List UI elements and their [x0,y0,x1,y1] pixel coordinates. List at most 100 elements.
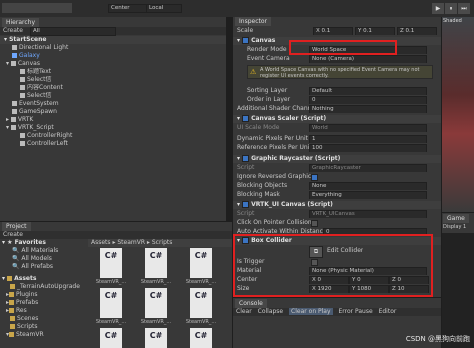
raycaster-script-row: Script GraphicRaycaster [237,164,437,172]
gameobject-icon [10,61,16,66]
script-file-icon[interactable]: C# [100,248,122,278]
hierarchy-panel: Hierarchy Create All ▾ StartScene Direct… [0,17,226,221]
warning-text: A World Space Canvas with no specified E… [260,67,420,79]
reference-pixels-field[interactable]: 100 [309,144,427,152]
script-file-icon[interactable]: C# [100,288,122,318]
favorite-item[interactable]: 🔍 All Materials [0,247,86,255]
shaded-dropdown[interactable]: Shaded [443,18,462,24]
script-file-icon[interactable]: C# [190,288,212,318]
console-clear-on-play-button[interactable]: Clear on Play [289,308,333,315]
hierarchy-item[interactable]: ▾ Canvas [0,60,226,68]
script-file-icon[interactable]: C# [190,328,212,348]
raycaster-checkbox[interactable] [242,155,250,162]
hierarchy-item[interactable]: GameSpawn [0,108,226,116]
hierarchy-item[interactable]: Select信 [0,92,226,100]
scale-z-field[interactable]: Z 0.1 [397,27,437,35]
hierarchy-item[interactable]: Galaxy [0,52,226,60]
asset-folder[interactable]: ▸ Plugins [0,291,86,299]
asset-folder[interactable]: ▸ Res [0,307,86,315]
vrtk-ui-canvas-header[interactable]: ▾ VRTK_UI Canvas (Script) [233,201,441,209]
ignore-reversed-checkbox[interactable] [311,174,318,181]
tab-inspector[interactable]: Inspector [235,17,271,26]
tab-project[interactable]: Project [2,222,31,231]
create-dropdown[interactable]: Create [3,27,23,35]
event-camera-row: Event Camera None (Camera) [247,55,437,63]
vrtk-ui-canvas-checkbox[interactable] [242,201,250,208]
breadcrumb: Assets ▸ SteamVR ▸ Scripts [88,239,232,247]
hierarchy-item[interactable]: ControllerRight [0,132,226,140]
pause-button[interactable]: ⏸ [445,3,457,14]
scene-view[interactable]: Shaded [442,17,474,212]
warning-box: ⚠ A World Space Canvas with no specified… [247,65,433,79]
hierarchy-item[interactable]: ▸ VRTK [0,116,226,124]
shader-channels-dropdown[interactable]: Nothing [309,105,427,113]
step-button[interactable]: ⏭ [458,3,470,14]
assets-header[interactable]: ▾ Assets [0,275,86,283]
asset-folder[interactable]: ▾ SteamVR [0,331,86,339]
breadcrumb-item[interactable]: SteamVR [117,239,145,246]
project-tree: ▾ ★ Favorites 🔍 All Materials 🔍 All Mode… [0,239,86,348]
blocking-objects-dropdown[interactable]: None [309,182,427,190]
hierarchy-item[interactable]: Directional Light [0,44,226,52]
pivot-local-toggle[interactable]: Local [146,4,182,13]
pivot-center-toggle[interactable]: Center [108,4,148,13]
hierarchy-item[interactable]: 标题Text [0,68,226,76]
hierarchy-item[interactable]: Select信 [0,76,226,84]
hierarchy-item[interactable]: 内容Content [0,84,226,92]
dynamic-pixels-field[interactable]: 1 [309,135,427,143]
canvas-scaler-header[interactable]: ▾ Canvas Scaler (Script) [233,115,441,123]
hierarchy-search[interactable]: All [30,27,116,36]
click-on-pointer-checkbox[interactable] [311,220,318,227]
breadcrumb-item[interactable]: Assets [91,239,111,246]
favorite-item[interactable]: 🔍 All Models [0,255,86,263]
script-file-icon[interactable]: C# [145,288,167,318]
script-file-icon[interactable]: C# [100,328,122,348]
play-button[interactable]: ▶ [432,3,444,14]
asset-folder[interactable]: _TerrainAutoUpgrade [0,283,86,291]
event-camera-field[interactable]: None (Camera) [309,55,427,63]
ignore-reversed-row: Ignore Reversed Graphics [237,173,437,181]
console-collapse-button[interactable]: Collapse [258,308,284,315]
scale-y-field[interactable]: Y 0.1 [355,27,395,35]
favorite-item[interactable]: 🔍 All Prefabs [0,263,86,271]
scene-name: StartScene [9,36,47,43]
canvas-enabled-checkbox[interactable] [242,37,250,44]
hierarchy-item[interactable]: ControllerLeft [0,140,226,148]
asset-folder[interactable]: Scenes [0,315,86,323]
asset-folder[interactable]: Scripts [0,323,86,331]
blocking-mask-dropdown[interactable]: Everything [309,191,427,199]
tab-console[interactable]: Console [235,299,267,308]
prefab-icon [12,53,17,58]
script-file-icon[interactable]: C# [145,248,167,278]
tab-game[interactable]: Game [443,214,469,223]
breadcrumb-item[interactable]: Scripts [152,239,173,246]
canvas-scaler-checkbox[interactable] [242,115,250,122]
order-in-layer-field[interactable]: 0 [309,96,427,104]
folder-icon [9,292,15,297]
favorites-header[interactable]: ▾ ★ Favorites [0,239,86,247]
scale-x-field[interactable]: X 0.1 [313,27,353,35]
console-editor-dropdown[interactable]: Editor [379,308,397,315]
hierarchy-item[interactable]: ▾ VRTK_Script [0,124,226,132]
vrtk-script-field: VRTK_UICanvas [309,210,427,218]
gameobject-icon [20,93,25,98]
script-file-icon[interactable]: C# [145,328,167,348]
hierarchy-item[interactable]: EventSystem [0,100,226,108]
gameobject-icon [20,85,25,90]
top-toolbar: Center Local ▶ ⏸ ⏭ [0,0,474,17]
folder-icon [10,284,15,289]
tab-hierarchy[interactable]: Hierarchy [2,18,40,27]
project-create-dropdown[interactable]: Create [3,231,23,239]
scene-header[interactable]: ▾ StartScene [0,36,226,44]
console-clear-button[interactable]: Clear [236,308,252,315]
gameobject-icon [20,77,25,82]
script-file-icon[interactable]: C# [190,248,212,278]
display-dropdown[interactable]: Display 1 [443,224,466,230]
sorting-layer-dropdown[interactable]: Default [309,87,427,95]
graphic-raycaster-header[interactable]: ▾ Graphic Raycaster (Script) [233,155,441,163]
game-view: Game Display 1 [442,213,474,348]
gameobject-icon [12,109,17,114]
gameobject-icon [12,101,17,106]
asset-folder[interactable]: ▸ Prefabs [0,299,86,307]
console-error-pause-button[interactable]: Error Pause [338,308,372,315]
